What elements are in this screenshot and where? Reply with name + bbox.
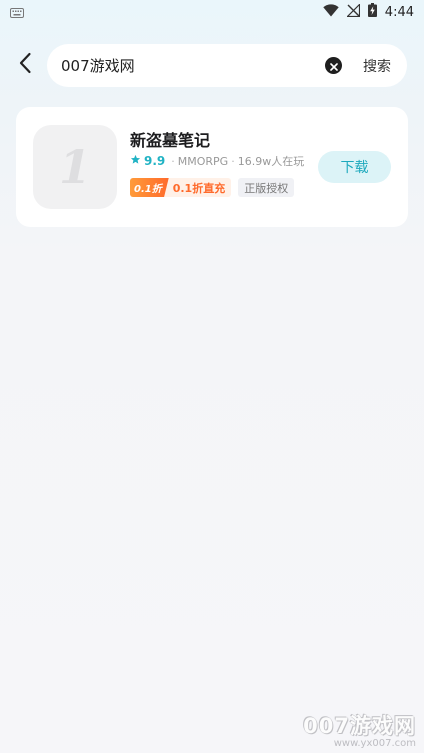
close-icon — [329, 56, 338, 75]
placeholder-logo-icon: 1 — [58, 140, 91, 194]
battery-charging-icon — [367, 3, 377, 21]
keyboard-icon — [10, 3, 24, 22]
game-app-icon[interactable]: 1 — [33, 125, 117, 209]
game-genre: MMORPG — [177, 154, 229, 168]
separator-dot: · — [231, 154, 235, 168]
game-rating: 9.9 — [144, 154, 166, 168]
game-result-card[interactable]: 1 新盗墓笔记 9.9 · MMORPG · 16.9w人在玩 0.1折 0.1… — [16, 107, 408, 227]
status-time: 4:44 — [384, 4, 414, 20]
chevron-left-icon — [18, 52, 32, 78]
game-tags: 0.1折 0.1折直充 正版授权 — [130, 178, 295, 197]
search-input[interactable] — [61, 44, 311, 87]
watermark: 007游戏网 www.yx007.com — [303, 710, 416, 749]
game-players: 16.9w人在玩 — [237, 155, 305, 168]
no-signal-icon — [345, 2, 360, 21]
star-icon — [130, 154, 144, 168]
game-meta: 9.9 · MMORPG · 16.9w人在玩 — [130, 153, 304, 169]
discount-badge: 0.1折 — [130, 178, 169, 197]
discount-text: 0.1折直充 — [172, 181, 226, 195]
search-button[interactable]: 搜索 — [357, 44, 397, 87]
game-title: 新盗墓笔记 — [130, 131, 211, 150]
discount-tag: 0.1折 0.1折直充 — [130, 178, 232, 197]
separator-dot: · — [171, 154, 175, 168]
clear-search-button[interactable] — [325, 57, 342, 74]
back-button[interactable] — [12, 50, 38, 80]
search-bar: 搜索 — [47, 44, 407, 87]
wifi-icon — [323, 3, 339, 21]
watermark-title: 007游戏网 — [303, 714, 416, 738]
status-bar: 4:44 — [0, 0, 424, 24]
license-tag: 正版授权 — [238, 178, 295, 197]
download-button[interactable]: 下载 — [318, 151, 391, 183]
